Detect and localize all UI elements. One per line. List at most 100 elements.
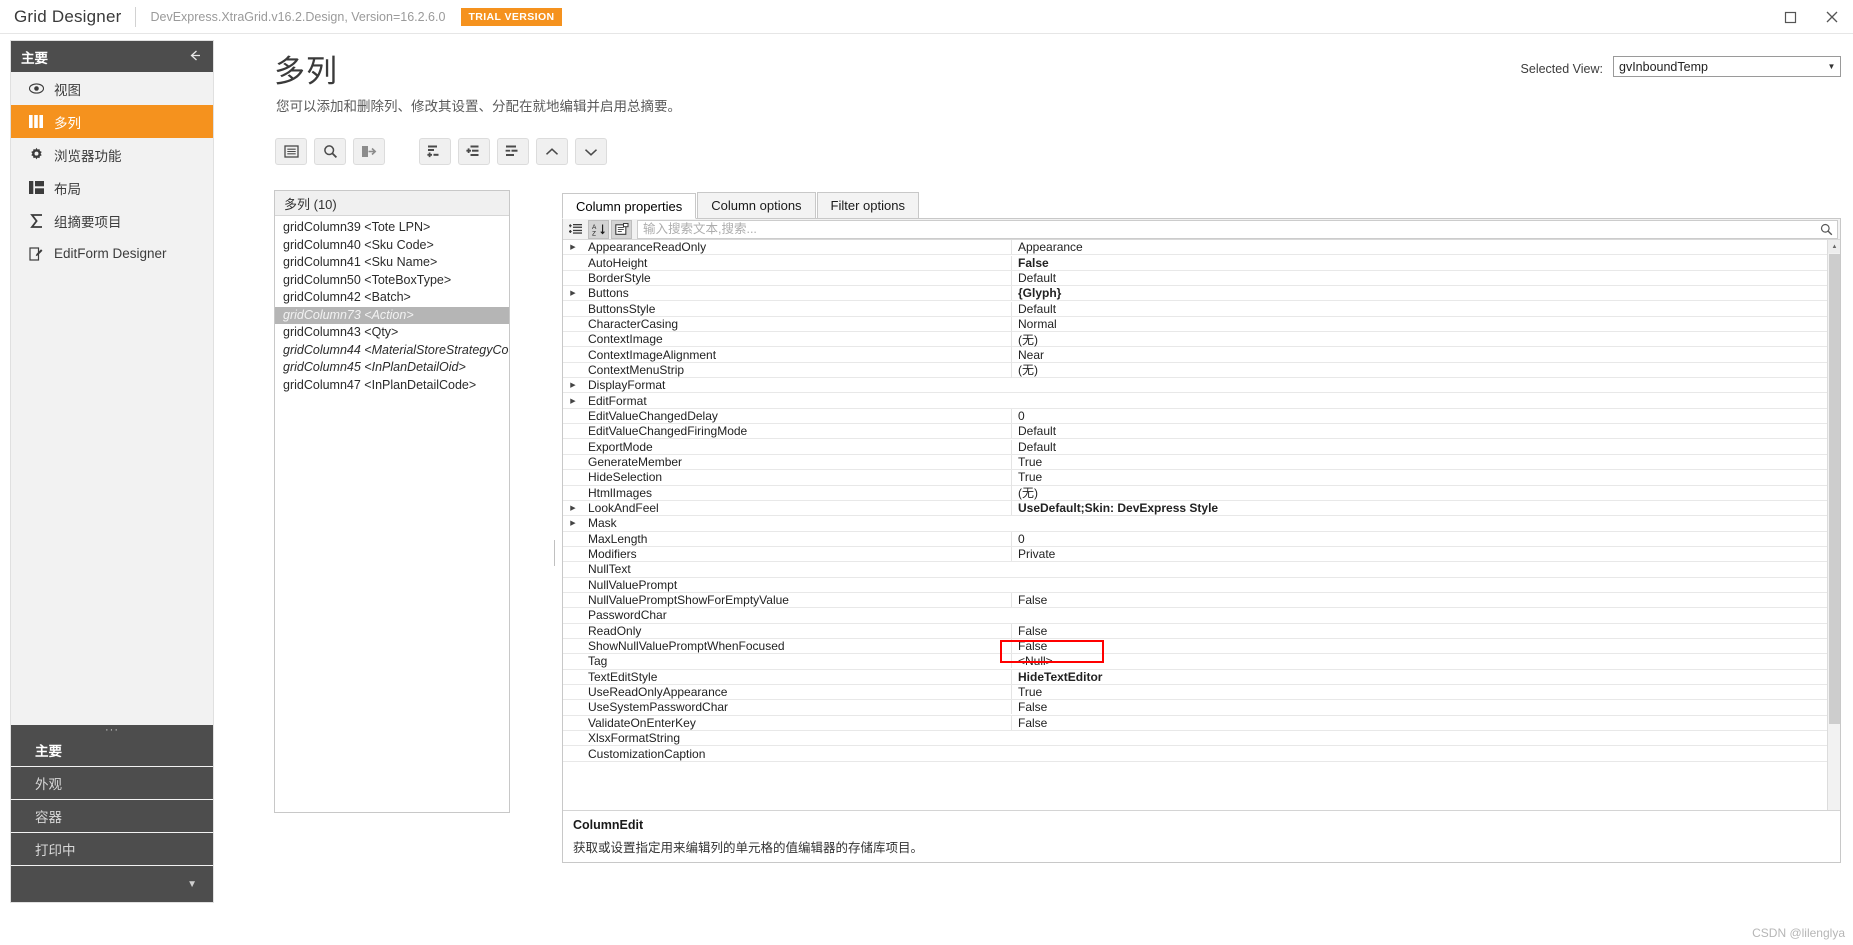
nav-bar-appearance[interactable]: 外观 <box>11 767 213 800</box>
column-list-item[interactable]: gridColumn43 <Qty> <box>275 324 509 342</box>
property-value[interactable]: 0 <box>1011 531 1827 546</box>
remove-item-button[interactable] <box>497 138 529 165</box>
property-row[interactable]: AutoHeight False <box>563 255 1827 271</box>
retrieve-fields-button[interactable] <box>353 138 385 165</box>
tab-filter-options[interactable]: Filter options <box>816 192 919 218</box>
property-row[interactable]: CustomizationCaption <box>563 746 1827 762</box>
insert-item-button[interactable] <box>458 138 490 165</box>
property-value[interactable]: True <box>1011 470 1827 485</box>
property-row[interactable]: TextEditStyle HideTextEditor <box>563 669 1827 685</box>
chevron-up-icon[interactable]: ▲ <box>1828 240 1840 253</box>
nav-bar-primary[interactable]: 主要 <box>11 734 213 767</box>
property-row[interactable]: XlsxFormatString <box>563 731 1827 747</box>
sort-alpha-icon[interactable]: AZ <box>588 219 609 239</box>
move-down-button[interactable] <box>575 138 607 165</box>
panel-splitter[interactable] <box>553 540 557 566</box>
property-value[interactable]: True <box>1011 454 1827 469</box>
property-row[interactable]: ▶ Buttons {Glyph} <box>563 286 1827 302</box>
nav-bar-container[interactable]: 容器 <box>11 800 213 833</box>
expand-arrow-icon[interactable]: ▶ <box>563 381 583 389</box>
column-list-item[interactable]: gridColumn50 <ToteBoxType> <box>275 272 509 290</box>
property-row[interactable]: ▶ AppearanceReadOnly Appearance <box>563 240 1827 256</box>
find-columns-button[interactable] <box>314 138 346 165</box>
property-value[interactable]: UseDefault;Skin: DevExpress Style <box>1011 501 1827 516</box>
property-row[interactable]: ShowNullValuePromptWhenFocused False <box>563 639 1827 655</box>
property-value[interactable]: False <box>1011 715 1827 730</box>
property-row[interactable]: HtmlImages (无) <box>563 484 1827 502</box>
expand-arrow-icon[interactable]: ▶ <box>563 243 583 251</box>
expand-arrow-icon[interactable]: ▶ <box>563 504 583 512</box>
property-row[interactable]: UseSystemPasswordChar False <box>563 700 1827 716</box>
expand-arrow-icon[interactable]: ▶ <box>563 519 583 527</box>
selected-view-combobox[interactable]: gvInboundTemp ▼ <box>1613 56 1841 77</box>
search-icon[interactable] <box>1815 223 1837 236</box>
column-list-item[interactable]: gridColumn45 <InPlanDetailOid> <box>275 359 509 377</box>
property-row[interactable]: EditValueChangedFiringMode Default <box>563 424 1827 440</box>
sidebar-item-browser-features[interactable]: 浏览器功能 <box>11 138 213 171</box>
nav-resize-grip[interactable] <box>11 725 213 734</box>
sidebar-item-layout[interactable]: 布局 <box>11 171 213 204</box>
property-row[interactable]: ▶ DisplayFormat <box>563 378 1827 394</box>
property-row[interactable]: ExportMode Default <box>563 439 1827 455</box>
property-value[interactable]: False <box>1011 623 1827 638</box>
property-row[interactable]: ContextImage (无) <box>563 330 1827 348</box>
property-search-box[interactable] <box>637 219 1838 239</box>
property-row[interactable]: NullValuePromptShowForEmptyValue False <box>563 593 1827 609</box>
property-value[interactable]: Default <box>1011 439 1827 454</box>
property-row[interactable]: ▶ Mask <box>563 516 1827 532</box>
property-value[interactable]: False <box>1011 639 1827 654</box>
column-list-item[interactable]: gridColumn40 <Sku Code> <box>275 237 509 255</box>
maximize-icon[interactable] <box>1769 0 1811 34</box>
property-row[interactable]: ▶ EditFormat <box>563 393 1827 409</box>
sidebar-item-views[interactable]: 视图 <box>11 72 213 105</box>
property-row[interactable]: ReadOnly False <box>563 623 1827 639</box>
property-value[interactable]: True <box>1011 685 1827 700</box>
add-column-button[interactable] <box>275 138 307 165</box>
property-row[interactable]: PasswordChar <box>563 608 1827 624</box>
add-band-button[interactable] <box>419 138 451 165</box>
property-row[interactable]: NullValuePrompt <box>563 578 1827 593</box>
scrollbar-thumb[interactable] <box>1829 254 1840 724</box>
close-icon[interactable] <box>1811 0 1853 34</box>
property-row[interactable]: ValidateOnEnterKey False <box>563 715 1827 731</box>
property-row[interactable]: Modifiers Private <box>563 547 1827 563</box>
property-value[interactable]: (无) <box>1011 330 1827 348</box>
collapse-left-icon[interactable] <box>188 49 203 65</box>
nav-bar-printing[interactable]: 打印中 <box>11 833 213 866</box>
sidebar-item-columns[interactable]: 多列 <box>11 105 213 138</box>
property-grid-scrollbar[interactable]: ▲ ▼ <box>1827 240 1840 862</box>
property-row[interactable]: ContextMenuStrip (无) <box>563 361 1827 379</box>
column-list-item[interactable]: gridColumn44 <MaterialStoreStrategyCode> <box>275 342 509 360</box>
property-row[interactable]: BorderStyle Default <box>563 270 1827 287</box>
property-value[interactable]: False <box>1011 593 1827 608</box>
column-list-item[interactable]: gridColumn39 <Tote LPN> <box>275 219 509 237</box>
property-row[interactable]: NullText <box>563 562 1827 578</box>
property-row[interactable]: UseReadOnlyAppearance True <box>563 685 1827 701</box>
properties-window-icon[interactable] <box>611 219 632 239</box>
chevron-down-icon[interactable]: ▼ <box>1823 57 1840 76</box>
property-row[interactable]: GenerateMember True <box>563 454 1827 471</box>
property-value[interactable]: Normal <box>1011 316 1827 331</box>
property-value[interactable]: 0 <box>1011 408 1827 423</box>
property-row[interactable]: Tag <Null> <box>563 654 1827 670</box>
property-value[interactable]: Private <box>1011 547 1827 562</box>
property-row[interactable]: ▶ LookAndFeel UseDefault;Skin: DevExpress … <box>563 501 1827 517</box>
column-list-item[interactable]: gridColumn73 <Action> <box>275 306 509 324</box>
columns-list[interactable]: gridColumn39 <Tote LPN> gridColumn40 <Sku… <box>275 216 509 812</box>
property-row[interactable]: MaxLength 0 <box>563 531 1827 547</box>
property-value[interactable]: <Null> <box>1011 654 1827 669</box>
tab-column-properties[interactable]: Column properties <box>562 193 697 219</box>
property-value[interactable]: HideTextEditor <box>1011 669 1827 684</box>
property-value[interactable]: Appearance <box>1011 240 1827 255</box>
nav-bar-more[interactable]: ▼ <box>11 866 213 902</box>
property-search-input[interactable] <box>638 221 1815 237</box>
property-value[interactable]: Near <box>1011 347 1827 362</box>
column-list-item[interactable]: gridColumn42 <Batch> <box>275 289 509 307</box>
property-value[interactable]: Default <box>1011 301 1827 316</box>
categorized-view-icon[interactable] <box>565 220 586 239</box>
property-value[interactable]: {Glyph} <box>1011 286 1827 301</box>
property-row[interactable]: EditValueChangedDelay 0 <box>563 408 1827 425</box>
property-value[interactable]: False <box>1011 255 1827 270</box>
property-value[interactable]: False <box>1011 700 1827 715</box>
property-value[interactable]: Default <box>1011 270 1827 285</box>
